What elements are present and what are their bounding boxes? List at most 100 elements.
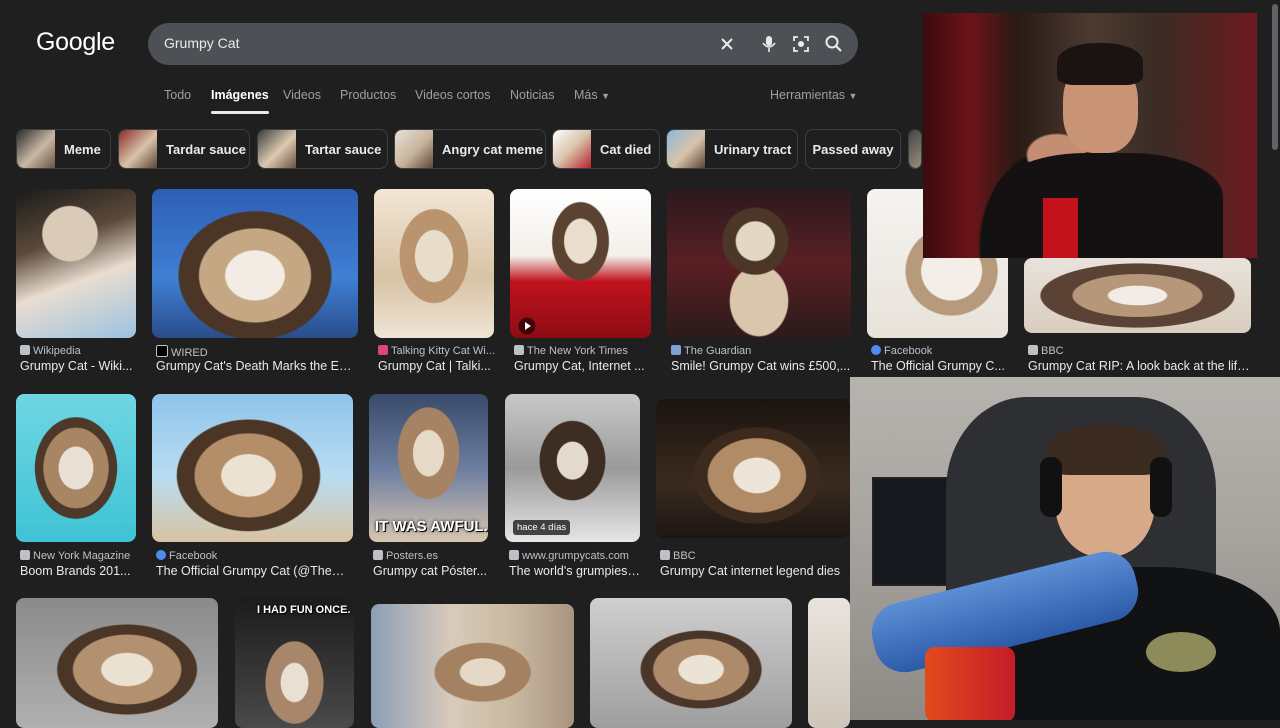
result-source[interactable]: The Guardian: [671, 345, 851, 357]
source-label: The Guardian: [684, 345, 752, 357]
webcam-overlay-top: [923, 13, 1257, 258]
meme-caption: IT WAS AWFUL.: [375, 518, 488, 535]
tab-noticias[interactable]: Noticias: [510, 88, 554, 102]
result-title[interactable]: Grumpy Cat | Talki...: [378, 359, 494, 373]
chip-label: Passed away: [812, 141, 894, 157]
result-title[interactable]: Grumpy Cat's Death Marks the End...: [156, 359, 358, 373]
nyt-icon: [514, 345, 524, 355]
chip-tartar-sauce[interactable]: Tartar sauce: [257, 129, 388, 169]
dropdown-icon: ▼: [848, 91, 858, 101]
posters-icon: [373, 550, 383, 560]
google-logo[interactable]: Google: [36, 28, 115, 57]
chip-label: Urinary tract: [714, 141, 792, 157]
chip-thumbnail: [119, 130, 157, 168]
result-source[interactable]: www.grumpycats.com: [509, 550, 640, 562]
chip-tardar-sauce[interactable]: Tardar sauce: [118, 129, 250, 169]
chip-urinary-tract[interactable]: Urinary tract: [666, 129, 798, 169]
result-source[interactable]: BBC: [1028, 345, 1228, 357]
result-title[interactable]: Boom Brands 201...: [20, 564, 136, 578]
tools-button[interactable]: Herramientas ▼: [770, 88, 857, 102]
search-input[interactable]: Grumpy Cat: [164, 35, 239, 51]
facebook-icon: [871, 345, 881, 355]
result-image[interactable]: [590, 598, 792, 728]
result-title[interactable]: Grumpy Cat, Internet ...: [514, 359, 651, 373]
result-title[interactable]: Grumpy Cat internet legend dies: [660, 564, 850, 578]
result-title[interactable]: Grumpy Cat - Wiki...: [20, 359, 136, 373]
microphone: [925, 647, 1015, 720]
result-source[interactable]: Talking Kitty Cat Wi...: [378, 345, 494, 357]
tab-videos[interactable]: Videos: [283, 88, 321, 102]
result-source[interactable]: BBC: [660, 550, 850, 562]
tab-todo[interactable]: Todo: [164, 88, 191, 102]
tools-label: Herramientas: [770, 88, 846, 102]
search-bar[interactable]: Grumpy Cat: [148, 23, 858, 65]
result-title[interactable]: Grumpy Cat RIP: A look back at the life.…: [1028, 359, 1252, 373]
microphone-icon[interactable]: [759, 34, 779, 54]
result-image[interactable]: [510, 189, 651, 338]
chip-cat-died[interactable]: Cat died: [552, 129, 660, 169]
tab-mas[interactable]: Más ▼: [574, 88, 610, 102]
lens-icon[interactable]: [791, 34, 811, 54]
chip-thumbnail: [258, 130, 296, 168]
result-image[interactable]: [152, 189, 358, 338]
clear-icon[interactable]: [717, 34, 737, 54]
result-image[interactable]: [374, 189, 494, 338]
chip-passed-away[interactable]: Passed away: [805, 129, 901, 169]
result-image[interactable]: [1024, 258, 1251, 333]
tab-productos[interactable]: Productos: [340, 88, 396, 102]
tab-mas-label: Más: [574, 88, 598, 102]
source-label: Facebook: [884, 345, 933, 357]
result-title[interactable]: The Official Grumpy C...: [871, 359, 1008, 373]
result-image[interactable]: [371, 604, 574, 728]
grumpycats-icon: [509, 550, 519, 560]
talking-kitty-icon: [378, 345, 388, 355]
result-image[interactable]: [667, 189, 851, 338]
result-title[interactable]: Smile! Grumpy Cat wins £500,...: [671, 359, 851, 373]
chip-label: Tardar sauce: [166, 141, 246, 157]
headphones: [1040, 457, 1062, 517]
source-label: Facebook: [169, 550, 218, 562]
tab-videos-cortos[interactable]: Videos cortos: [415, 88, 491, 102]
result-source[interactable]: Facebook: [871, 345, 1008, 357]
result-title[interactable]: The world's grumpiest...: [509, 564, 640, 578]
result-image[interactable]: hace 4 días: [505, 394, 640, 542]
result-title[interactable]: Grumpy cat Póster...: [373, 564, 488, 578]
result-source[interactable]: WIRED: [156, 345, 356, 359]
chip-label: Cat died: [600, 141, 652, 157]
chip-label: Angry cat meme: [442, 141, 544, 157]
wired-icon: [156, 345, 168, 357]
headphones: [1150, 457, 1172, 517]
chip-thumbnail: [667, 130, 705, 168]
chip-angry-cat-meme[interactable]: Angry cat meme: [394, 129, 546, 169]
chip-thumbnail: [909, 130, 921, 168]
result-image[interactable]: [16, 189, 136, 338]
mate-gourd: [1146, 632, 1216, 672]
webcam-overlay-bottom: [850, 377, 1280, 720]
result-image[interactable]: [808, 598, 850, 728]
meme-caption: I HAD FUN ONCE.: [257, 604, 351, 616]
result-image[interactable]: [656, 399, 850, 538]
source-label: BBC: [673, 550, 696, 562]
chip-thumbnail: [553, 130, 591, 168]
result-source[interactable]: The New York Times: [514, 345, 651, 357]
result-source[interactable]: Facebook: [156, 550, 353, 562]
chip-more[interactable]: [908, 129, 922, 169]
chip-label: Tartar sauce: [305, 141, 382, 157]
result-title[interactable]: The Official Grumpy Cat (@TheOf...: [156, 564, 353, 578]
result-image[interactable]: IT WAS AWFUL.: [369, 394, 488, 542]
tab-imagenes[interactable]: Imágenes: [211, 88, 269, 114]
chip-meme[interactable]: Meme: [16, 129, 111, 169]
source-label: New York Magazine: [33, 550, 131, 562]
result-source[interactable]: Posters.es: [373, 550, 488, 562]
chip-thumbnail: [17, 130, 55, 168]
result-source[interactable]: New York Magazine: [20, 550, 136, 562]
result-source[interactable]: Wikipedia: [20, 345, 136, 357]
microphone: [1043, 198, 1078, 258]
search-icon[interactable]: [824, 34, 844, 54]
result-image[interactable]: I HAD FUN ONCE.: [235, 598, 354, 728]
result-image[interactable]: [16, 598, 218, 728]
result-image[interactable]: [152, 394, 353, 542]
scrollbar[interactable]: [1272, 4, 1278, 150]
source-label: Posters.es: [386, 550, 438, 562]
result-image[interactable]: [16, 394, 136, 542]
